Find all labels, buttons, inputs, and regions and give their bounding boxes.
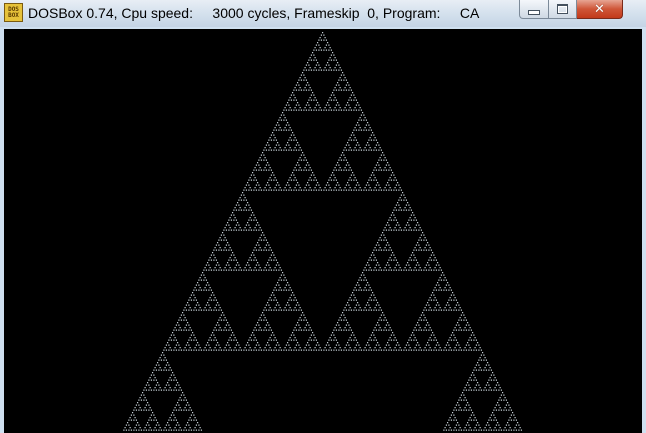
minimize-icon xyxy=(528,9,540,15)
dos-screen[interactable] xyxy=(4,29,642,433)
icon-text-bottom: BOX xyxy=(8,11,19,19)
maximize-icon xyxy=(557,4,568,14)
dosbox-window: DOS BOX DOSBox 0.74, Cpu speed: 3000 cyc… xyxy=(0,0,646,433)
maximize-button[interactable] xyxy=(549,0,577,19)
screen-background xyxy=(4,29,642,433)
window-title: DOSBox 0.74, Cpu speed: 3000 cycles, Fra… xyxy=(28,5,480,21)
minimize-button[interactable] xyxy=(519,0,549,19)
title-bar[interactable]: DOS BOX DOSBox 0.74, Cpu speed: 3000 cyc… xyxy=(0,0,646,27)
close-button[interactable]: ✕ xyxy=(577,0,623,19)
sierpinski-fractal xyxy=(4,29,642,433)
close-icon: ✕ xyxy=(594,1,605,17)
dosbox-icon[interactable]: DOS BOX xyxy=(4,3,23,22)
